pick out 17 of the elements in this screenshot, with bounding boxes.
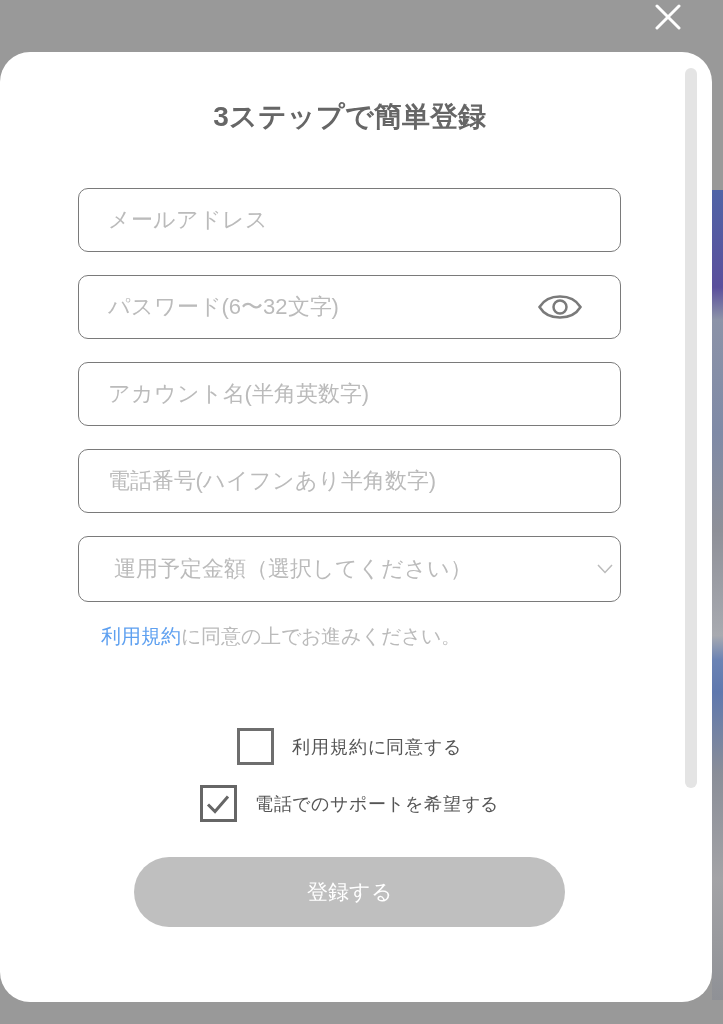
input-field[interactable]: アカウント名(半角英数字) <box>78 362 621 426</box>
close-icon <box>655 4 681 30</box>
input-field[interactable]: メールアドレス <box>78 188 621 252</box>
checkmark-icon <box>206 793 231 814</box>
dialog-title: 3ステップで簡単登録 <box>213 100 486 134</box>
checkbox[interactable] <box>237 728 275 765</box>
input-field[interactable]: 電話番号(ハイフンあり半角数字) <box>78 449 621 513</box>
checkbox-label: 電話でのサポートを希望する <box>254 792 500 816</box>
close-button[interactable] <box>655 4 681 30</box>
terms-link[interactable]: 利用規約 <box>101 625 181 647</box>
scrollbar-thumb[interactable] <box>685 68 697 788</box>
checkbox-label: 利用規約に同意する <box>292 735 462 759</box>
checkbox[interactable] <box>199 785 237 822</box>
password-field[interactable]: パスワード(6〜32文字) <box>78 275 621 339</box>
terms-note: 利用規約に同意の上でお進みください。 <box>101 625 461 647</box>
chevron-down-icon <box>596 564 613 574</box>
dropdown-field[interactable]: 運用予定金額（選択してください） <box>78 536 621 602</box>
